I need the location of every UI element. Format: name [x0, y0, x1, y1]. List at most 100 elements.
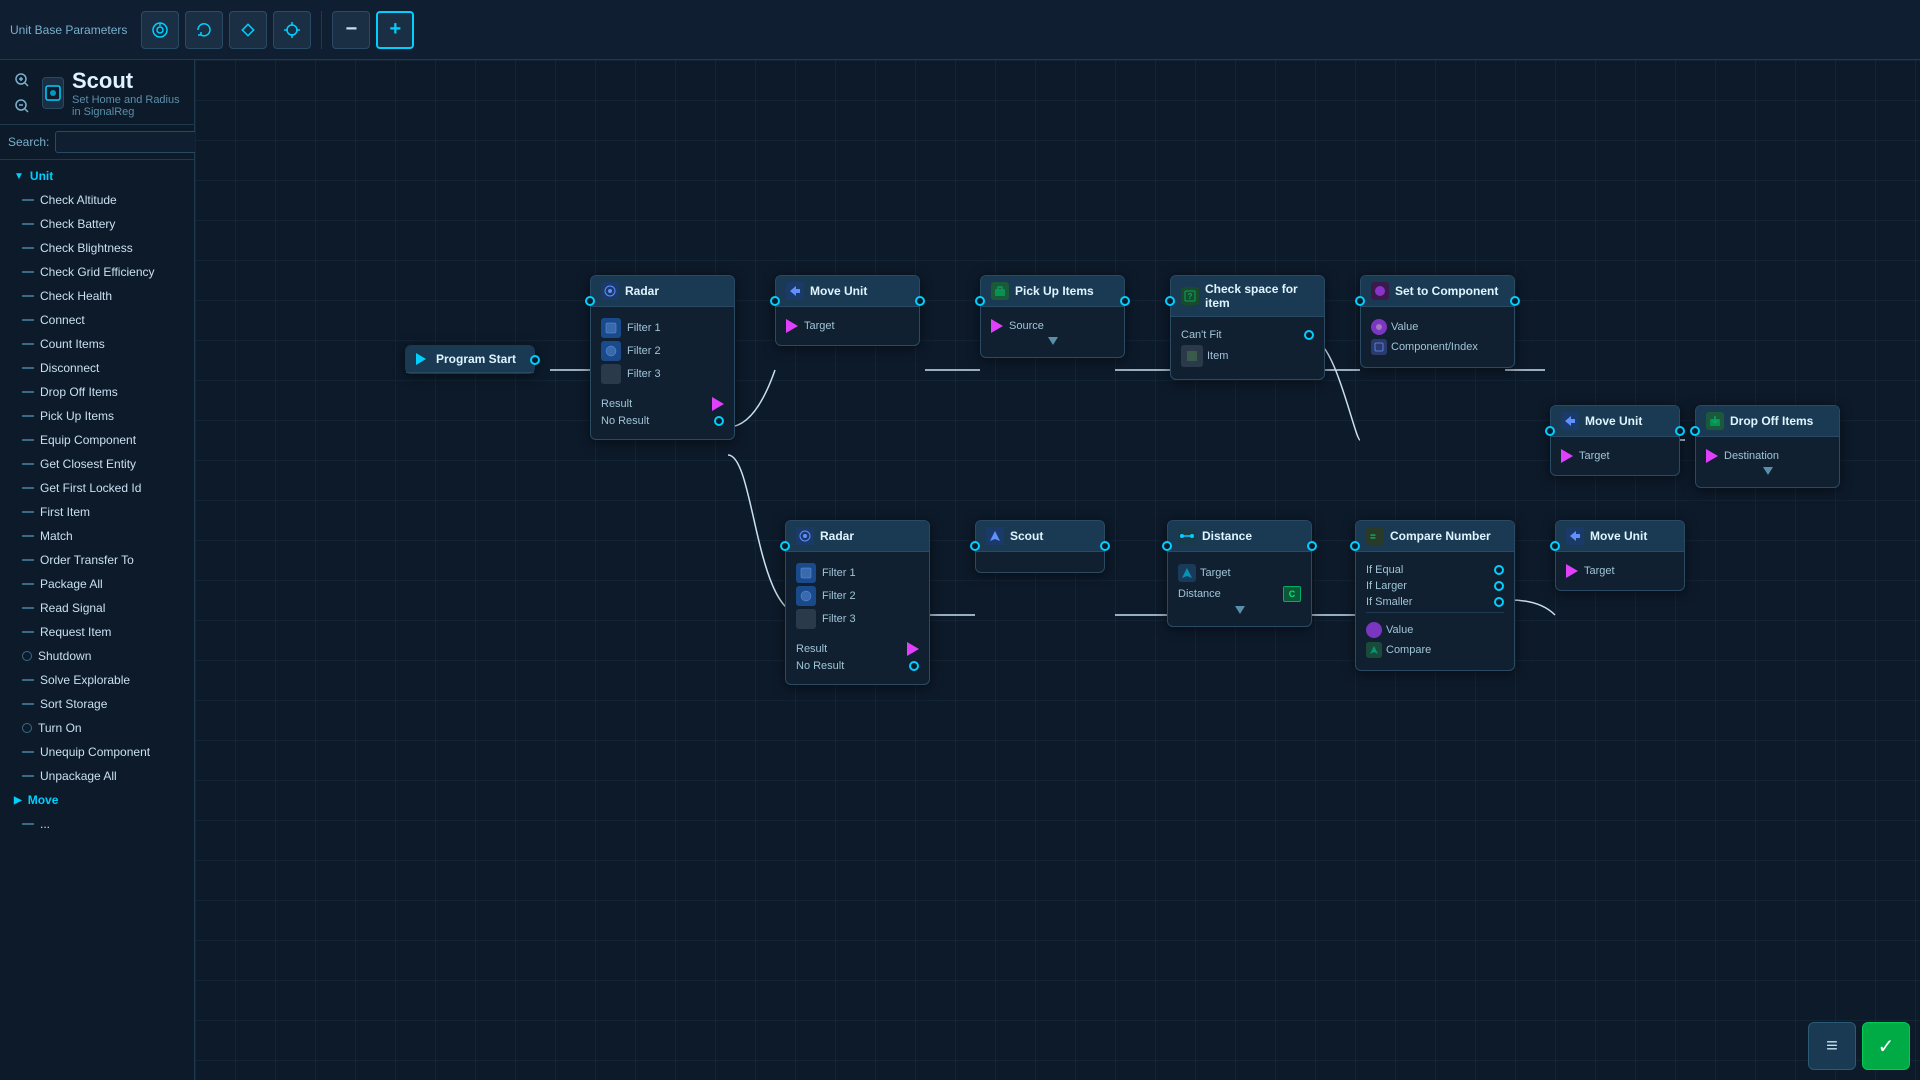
node-program-start[interactable]: Program Start — [405, 345, 535, 374]
sidebar-item-get-closest-entity[interactable]: Get Closest Entity — [0, 452, 194, 476]
compare-number-in-port[interactable] — [1350, 541, 1360, 551]
sidebar-item-read-signal[interactable]: Read Signal — [0, 596, 194, 620]
zoom-in-button[interactable]: + — [376, 11, 414, 49]
zoom-out-small[interactable] — [10, 94, 34, 118]
check-space-cantfit-port[interactable] — [1304, 330, 1314, 340]
node-radar1[interactable]: Radar Filter 1 Filter 2 — [590, 275, 735, 440]
radar1-noresult-port[interactable] — [714, 416, 724, 426]
menu-button[interactable]: ≡ — [1808, 1022, 1856, 1070]
move-unit1-out-port[interactable] — [915, 296, 925, 306]
move-unit1-in-port[interactable] — [770, 296, 780, 306]
sidebar-item-turn-on[interactable]: Turn On — [0, 716, 194, 740]
sidebar-item-pick-up-items[interactable]: Pick Up Items — [0, 404, 194, 428]
sidebar-section-unit[interactable]: ▼ Unit — [0, 164, 194, 188]
node-distance[interactable]: Distance Target Distance C — [1167, 520, 1312, 627]
toolbar-btn-diamond[interactable] — [229, 11, 267, 49]
node-scout[interactable]: Scout — [975, 520, 1105, 573]
pick-up-items-out-port[interactable] — [1120, 296, 1130, 306]
sidebar-item-check-grid-efficiency[interactable]: Check Grid Efficiency — [0, 260, 194, 284]
drop-off-items-dest-diamond[interactable] — [1706, 449, 1718, 463]
distance-expand[interactable] — [1235, 606, 1245, 614]
node-move-unit1[interactable]: Move Unit Target — [775, 275, 920, 346]
sidebar-item-sort-storage[interactable]: Sort Storage — [0, 692, 194, 716]
program-start-out-port[interactable] — [530, 355, 540, 365]
sidebar-item-match[interactable]: Match — [0, 524, 194, 548]
sidebar-item-get-first-locked-id[interactable]: Get First Locked Id — [0, 476, 194, 500]
pick-up-items-source-diamond[interactable] — [991, 319, 1003, 333]
toolbar-btn-rotate[interactable] — [185, 11, 223, 49]
node-drop-off-items[interactable]: Drop Off Items Destination — [1695, 405, 1840, 488]
node-move-unit3[interactable]: Move Unit Target — [1555, 520, 1685, 591]
sidebar-item-first-item[interactable]: First Item — [0, 500, 194, 524]
sidebar-item-disconnect[interactable]: Disconnect — [0, 356, 194, 380]
radar1-result-row: Result — [601, 397, 724, 411]
distance-c-port[interactable]: C — [1283, 586, 1301, 602]
radar2-filter3-icon — [796, 609, 816, 629]
sidebar-item-order-transfer-to[interactable]: Order Transfer To — [0, 548, 194, 572]
canvas-area[interactable]: Program Start Radar — [195, 60, 1920, 1080]
toolbar-btn-crosshair[interactable] — [273, 11, 311, 49]
sidebar-item-unequip-component[interactable]: Unequip Component — [0, 740, 194, 764]
distance-in-port[interactable] — [1162, 541, 1172, 551]
radar2-noresult-row: No Result — [796, 660, 919, 672]
node-compare-number[interactable]: = Compare Number If Equal If Larger If S… — [1355, 520, 1515, 671]
move-unit2-in-port[interactable] — [1545, 426, 1555, 436]
node-radar2[interactable]: Radar Filter 1 Filter 2 — [785, 520, 930, 685]
sidebar-item-solve-explorable[interactable]: Solve Explorable — [0, 668, 194, 692]
compare-number-iflarger-port[interactable] — [1494, 581, 1504, 591]
radar2-result-port[interactable] — [907, 642, 919, 656]
sidebar-item-connect[interactable]: Connect — [0, 308, 194, 332]
pick-up-items-expand[interactable] — [1048, 337, 1058, 345]
radar1-result-port[interactable] — [712, 397, 724, 411]
drop-off-items-in-port[interactable] — [1690, 426, 1700, 436]
radar2-noresult-port[interactable] — [909, 661, 919, 671]
radar2-in-port[interactable] — [780, 541, 790, 551]
sidebar-section-move[interactable]: ▶ Move — [0, 788, 194, 812]
compare-number-ifequal-port[interactable] — [1494, 565, 1504, 575]
set-to-component-value-row: Value — [1371, 319, 1504, 335]
toolbar-btn-radar[interactable] — [141, 11, 179, 49]
sidebar-item-check-blightness[interactable]: Check Blightness — [0, 236, 194, 260]
sidebar-item-request-item[interactable]: Request Item — [0, 620, 194, 644]
node-check-space[interactable]: ? Check space for item Can't Fit Item — [1170, 275, 1325, 380]
sidebar-item-unpackage-all[interactable]: Unpackage All — [0, 764, 194, 788]
sidebar-item-equip-component[interactable]: Equip Component — [0, 428, 194, 452]
node-move-unit2[interactable]: Move Unit Target — [1550, 405, 1680, 476]
check-space-in-port[interactable] — [1165, 296, 1175, 306]
node-pick-up-items[interactable]: Pick Up Items Source — [980, 275, 1125, 358]
set-to-component-out-port[interactable] — [1510, 296, 1520, 306]
move-unit1-target-row: Target — [786, 319, 909, 333]
move-unit2-out-port[interactable] — [1675, 426, 1685, 436]
zoom-in-small[interactable] — [10, 68, 34, 92]
sidebar-item-drop-off-items[interactable]: Drop Off Items — [0, 380, 194, 404]
confirm-button[interactable]: ✓ — [1862, 1022, 1910, 1070]
pick-up-items-in-port[interactable] — [975, 296, 985, 306]
sidebar-item-check-battery[interactable]: Check Battery — [0, 212, 194, 236]
move-unit3-in-port[interactable] — [1550, 541, 1560, 551]
distance-out-port[interactable] — [1307, 541, 1317, 551]
move-unit1-target-diamond[interactable] — [786, 319, 798, 333]
move-unit3-target-diamond[interactable] — [1566, 564, 1578, 578]
compare-number-ifsmaller-port[interactable] — [1494, 597, 1504, 607]
node-set-to-component[interactable]: Set to Component Value Component/Index — [1360, 275, 1515, 368]
node-radar1-label: Radar — [625, 284, 659, 298]
sidebar-item-package-all[interactable]: Package All — [0, 572, 194, 596]
sidebar-item-check-altitude[interactable]: Check Altitude — [0, 188, 194, 212]
sidebar-item-more[interactable]: ... — [0, 812, 194, 836]
set-to-component-in-port[interactable] — [1355, 296, 1365, 306]
drop-off-items-expand[interactable] — [1763, 467, 1773, 475]
radar1-in-port[interactable] — [585, 296, 595, 306]
left-panel: Scout Set Home and Radius in SignalReg S… — [0, 60, 195, 1080]
toolbar-separator — [321, 11, 322, 49]
drop-off-items-dest-row: Destination — [1706, 449, 1829, 463]
move-unit3-target-row: Target — [1566, 564, 1674, 578]
move-unit2-target-diamond[interactable] — [1561, 449, 1573, 463]
sidebar-item-shutdown[interactable]: Shutdown — [0, 644, 194, 668]
sidebar-item-count-items[interactable]: Count Items — [0, 332, 194, 356]
node-set-to-component-body: Value Component/Index — [1361, 307, 1514, 367]
sidebar-item-check-health[interactable]: Check Health — [0, 284, 194, 308]
scout-out-port[interactable] — [1100, 541, 1110, 551]
unit-icon — [42, 77, 64, 109]
zoom-out-button[interactable]: − — [332, 11, 370, 49]
scout-in-port[interactable] — [970, 541, 980, 551]
